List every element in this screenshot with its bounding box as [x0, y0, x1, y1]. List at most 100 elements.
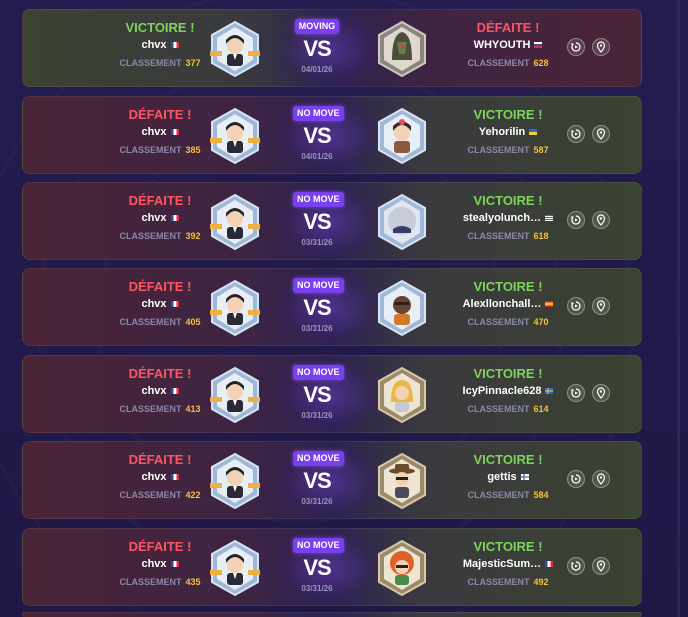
rank-value: 405: [185, 317, 201, 327]
right-player-info: DÉFAITE ! WHYOUTH CLASSEMENT 628: [443, 20, 573, 70]
rank-value: 377: [185, 58, 201, 68]
match-center: NO MOVE VS 04/01/26: [293, 103, 344, 163]
move-mode-badge: MOVING: [294, 19, 340, 34]
match-card[interactable]: DÉFAITE ! chvx CLASSEMENT 422 NO MOVE VS …: [22, 441, 642, 519]
right-player-info: VICTOIRE ! gettis CLASSEMENT 584: [443, 452, 573, 502]
vs-label: VS: [303, 123, 331, 148]
right-player-info: VICTOIRE ! MajesticSum… CLASSEMENT 492: [443, 539, 573, 589]
player-name[interactable]: WHYOUTH: [443, 38, 573, 56]
map-pin-icon[interactable]: [592, 211, 611, 229]
match-date: 04/01/26: [301, 65, 333, 74]
rank-label: CLASSEMENT: [467, 577, 530, 587]
player-name-text: gettis: [487, 471, 517, 483]
opponent-avatar-icon[interactable]: [373, 20, 431, 78]
rank-value: 422: [185, 490, 201, 500]
rank-label: CLASSEMENT: [119, 577, 182, 587]
match-card[interactable]: DÉFAITE ! chvx CLASSEMENT 405 NO MOVE VS …: [22, 268, 642, 346]
player-name-text: chvx: [141, 558, 167, 570]
match-date: 03/31/26: [301, 411, 333, 420]
map-pin-icon[interactable]: [592, 470, 611, 488]
scrollbar[interactable]: [677, 0, 680, 617]
rank-label: CLASSEMENT: [119, 145, 182, 155]
russia-flag-icon: [534, 42, 543, 49]
rank-label: CLASSEMENT: [467, 145, 530, 155]
player-name[interactable]: Yehorilin: [443, 125, 573, 143]
replay-icon[interactable]: [567, 125, 585, 143]
rank-row: CLASSEMENT 470: [443, 315, 573, 329]
france-flag-icon: [545, 561, 554, 568]
player-avatar-icon[interactable]: [206, 193, 264, 251]
card-actions: [567, 384, 613, 402]
player-name-text: chvx: [141, 212, 167, 224]
right-player-info: VICTOIRE ! IcyPinnacle628 CLASSEMENT 614: [443, 366, 573, 416]
rank-value: 392: [185, 231, 201, 241]
player-name[interactable]: Alexllonchall…: [443, 297, 573, 315]
replay-icon[interactable]: [567, 557, 585, 575]
vs-label: VS: [303, 555, 331, 580]
rank-label: CLASSEMENT: [467, 490, 530, 500]
player-avatar-icon[interactable]: [206, 20, 264, 78]
rank-value: 614: [533, 404, 549, 414]
player-name-text: chvx: [141, 39, 167, 51]
card-actions: [567, 38, 613, 56]
map-pin-icon[interactable]: [592, 557, 611, 575]
player-name-text: stealyolunch…: [462, 212, 542, 224]
rank-row: CLASSEMENT 628: [443, 56, 573, 70]
result-label: DÉFAITE !: [476, 20, 540, 35]
match-card[interactable]: DÉFAITE ! chvx CLASSEMENT 385 NO MOVE VS …: [22, 96, 642, 174]
map-pin-icon[interactable]: [592, 38, 611, 56]
map-pin-icon[interactable]: [592, 384, 611, 402]
player-name-text: WHYOUTH: [473, 39, 531, 51]
match-card[interactable]: DÉFAITE ! chvx CLASSEMENT 435 NO MOVE VS …: [22, 528, 642, 606]
replay-icon[interactable]: [567, 470, 585, 488]
player-name[interactable]: stealyolunch…: [443, 211, 573, 229]
rank-label: CLASSEMENT: [119, 490, 182, 500]
rank-value: 628: [533, 58, 549, 68]
replay-icon[interactable]: [567, 297, 585, 315]
map-pin-icon[interactable]: [592, 297, 611, 315]
match-card-partial[interactable]: [22, 612, 642, 617]
rank-label: CLASSEMENT: [119, 317, 182, 327]
match-card[interactable]: DÉFAITE ! chvx CLASSEMENT 392 NO MOVE VS …: [22, 182, 642, 260]
rank-value: 470: [533, 317, 549, 327]
opponent-avatar-icon[interactable]: [373, 452, 431, 510]
opponent-avatar-icon[interactable]: [373, 539, 431, 597]
vs-label: VS: [303, 36, 331, 61]
player-avatar-icon[interactable]: [206, 452, 264, 510]
match-center: NO MOVE VS 03/31/26: [293, 362, 344, 422]
result-label: VICTOIRE !: [473, 193, 543, 208]
opponent-avatar-icon[interactable]: [373, 193, 431, 251]
rank-label: CLASSEMENT: [119, 58, 182, 68]
opponent-avatar-icon[interactable]: [373, 107, 431, 165]
player-name[interactable]: IcyPinnacle628: [443, 384, 573, 402]
rank-row: CLASSEMENT 587: [443, 143, 573, 157]
player-avatar-icon[interactable]: [206, 539, 264, 597]
player-avatar-icon[interactable]: [206, 279, 264, 337]
match-card[interactable]: VICTOIRE ! chvx CLASSEMENT 377 MOVING VS …: [22, 9, 642, 87]
match-date: 03/31/26: [301, 324, 333, 333]
player-name-text: chvx: [141, 298, 167, 310]
card-actions: [567, 557, 613, 575]
replay-icon[interactable]: [567, 38, 585, 56]
player-avatar-icon[interactable]: [206, 366, 264, 424]
right-player-info: VICTOIRE ! stealyolunch… CLASSEMENT 618: [443, 193, 573, 243]
player-name[interactable]: MajesticSum…: [443, 557, 573, 575]
move-mode-badge: NO MOVE: [293, 278, 344, 293]
rank-value: 385: [185, 145, 201, 155]
opponent-avatar-icon[interactable]: [373, 366, 431, 424]
right-player-info: VICTOIRE ! Yehorilin CLASSEMENT 587: [443, 107, 573, 157]
replay-icon[interactable]: [567, 384, 585, 402]
player-avatar-icon[interactable]: [206, 107, 264, 165]
vs-label: VS: [303, 468, 331, 493]
opponent-avatar-icon[interactable]: [373, 279, 431, 337]
match-card[interactable]: DÉFAITE ! chvx CLASSEMENT 413 NO MOVE VS …: [22, 355, 642, 433]
move-mode-badge: NO MOVE: [293, 192, 344, 207]
match-center: NO MOVE VS 03/31/26: [293, 535, 344, 595]
replay-icon[interactable]: [567, 211, 585, 229]
player-name[interactable]: gettis: [443, 470, 573, 488]
move-mode-badge: NO MOVE: [293, 451, 344, 466]
rank-row: CLASSEMENT 618: [443, 229, 573, 243]
map-pin-icon[interactable]: [592, 125, 611, 143]
ukraine-flag-icon: [529, 129, 538, 136]
france-flag-icon: [170, 301, 179, 308]
